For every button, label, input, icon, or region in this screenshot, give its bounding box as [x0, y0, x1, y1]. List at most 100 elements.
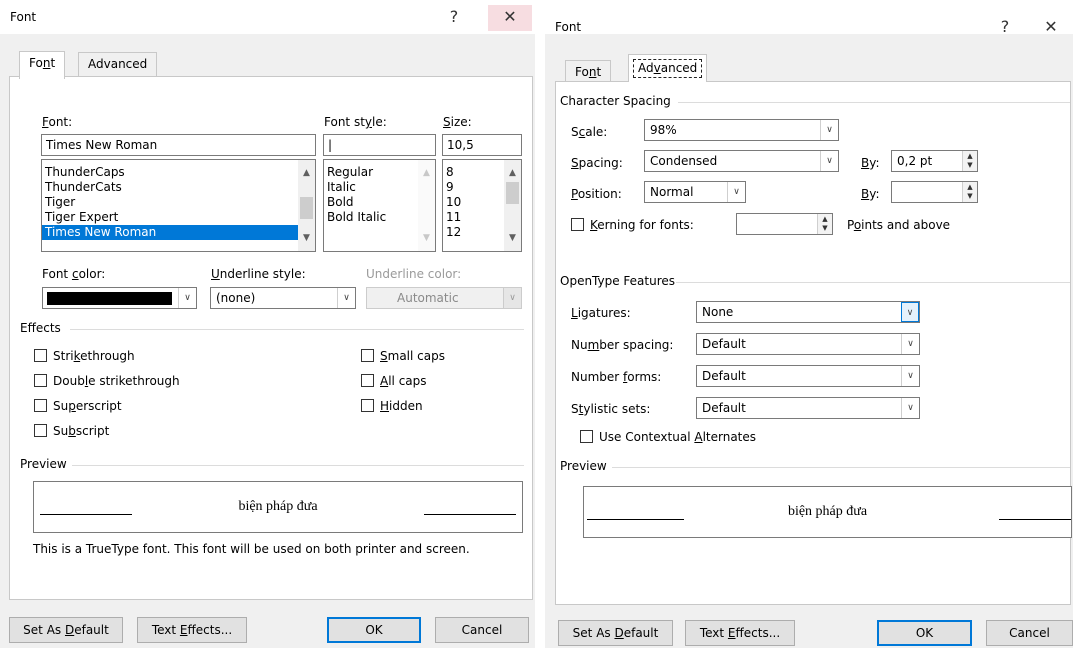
kerning-checkbox[interactable]: Kerning for fonts: — [571, 218, 694, 234]
number-spacing-dropdown[interactable]: Default ∨ — [696, 333, 920, 355]
dialog-title: Font — [555, 20, 582, 34]
close-button[interactable]: ✕ — [488, 5, 532, 31]
scale-dropdown[interactable]: 98% ∨ — [644, 119, 839, 141]
spacing-label: Spacing: — [571, 156, 623, 170]
scrollbar-thumb[interactable] — [300, 197, 313, 219]
font-dialog-font-tab: Font ? ✕ Font Advanced Font: Font style:… — [0, 0, 535, 648]
set-as-default-button[interactable]: Set As Default — [9, 617, 123, 643]
number-spacing-value: Default — [702, 337, 746, 351]
help-button[interactable]: ? — [432, 5, 476, 31]
chevron-down-icon[interactable]: ∨ — [820, 151, 838, 171]
position-by-spinner[interactable]: ▲ ▼ — [891, 181, 978, 203]
list-item[interactable]: ThunderCaps — [42, 165, 315, 180]
tab-advanced[interactable]: Advanced — [78, 52, 158, 77]
preview-underline-right — [424, 514, 516, 515]
text-effects-button[interactable]: Text Effects... — [137, 617, 247, 643]
ligatures-label: Ligatures: — [571, 306, 631, 320]
chevron-down-icon[interactable]: ∨ — [901, 366, 919, 386]
scrollbar-thumb[interactable] — [506, 182, 519, 204]
spin-updown-icon[interactable]: ▲ ▼ — [817, 214, 832, 234]
size-list-scrollbar[interactable]: ▲ ▼ — [504, 160, 521, 251]
ligatures-value: None — [702, 305, 734, 319]
size-input[interactable]: 10,5 — [442, 134, 522, 156]
chevron-down-icon: ∨ — [503, 288, 521, 308]
spin-updown-icon[interactable]: ▲ ▼ — [962, 182, 977, 202]
underline-color-value: Automatic — [397, 291, 459, 305]
preview-box: biện pháp đưa — [33, 481, 523, 533]
subscript-checkbox[interactable]: Subscript — [34, 424, 109, 440]
list-item-selected[interactable]: Times New Roman — [42, 225, 298, 240]
points-and-above-label: Points and above — [847, 218, 951, 232]
position-dropdown[interactable]: Normal ∨ — [644, 181, 746, 203]
chevron-down-icon[interactable]: ∨ — [337, 288, 355, 308]
set-as-default-button[interactable]: Set As Default — [558, 620, 673, 646]
stylistic-sets-dropdown[interactable]: Default ∨ — [696, 397, 920, 419]
effects-group-label: Effects — [20, 321, 61, 335]
font-color-dropdown[interactable]: ∨ — [42, 287, 197, 309]
style-list-scrollbar: ▲ ▼ — [418, 160, 435, 251]
spacing-dropdown[interactable]: Condensed ∨ — [644, 150, 839, 172]
chevron-down-icon[interactable]: ∨ — [727, 182, 745, 202]
font-style-list[interactable]: Regular Italic Bold Bold Italic ▲ ▼ — [323, 159, 436, 252]
double-strikethrough-checkbox[interactable]: Double strikethrough — [34, 374, 180, 390]
number-spacing-label: Number spacing: — [571, 338, 674, 352]
triangle-up-icon: ▲ — [423, 168, 430, 178]
position-by-label: By: — [861, 187, 880, 201]
tab-advanced[interactable]: Advanced — [628, 54, 708, 82]
list-item[interactable]: ThunderCats — [42, 180, 315, 195]
all-caps-checkbox[interactable]: All caps — [361, 374, 427, 390]
list-item[interactable]: Tiger Expert — [42, 210, 315, 225]
preview-divider — [612, 467, 1070, 468]
opentype-divider — [676, 282, 1070, 283]
number-forms-dropdown[interactable]: Default ∨ — [696, 365, 920, 387]
position-value: Normal — [650, 185, 694, 199]
chevron-down-icon[interactable]: ∨ — [178, 288, 196, 308]
chevron-down-icon[interactable]: ∨ — [820, 120, 838, 140]
close-button[interactable]: ✕ — [1029, 15, 1073, 41]
small-caps-checkbox[interactable]: Small caps — [361, 349, 445, 365]
advanced-tab-panel: Character Spacing Scale: 98% ∨ Spacing: … — [555, 81, 1072, 605]
spacing-by-label: By: — [861, 156, 880, 170]
tab-font[interactable]: Font — [19, 51, 66, 79]
chevron-down-icon[interactable]: ∨ — [901, 398, 919, 418]
contextual-alternates-checkbox[interactable]: Use Contextual Alternates — [580, 430, 756, 446]
cancel-button[interactable]: Cancel — [435, 617, 529, 643]
font-name-input[interactable]: Times New Roman — [41, 134, 316, 156]
stylistic-sets-value: Default — [702, 401, 746, 415]
spacing-by-spinner[interactable]: 0,2 pt ▲ ▼ — [891, 150, 978, 172]
font-tab-panel: Font: Font style: Size: Times New Roman … — [9, 76, 533, 600]
triangle-down-icon[interactable]: ▼ — [298, 230, 315, 246]
font-style-input[interactable]: | — [323, 134, 436, 156]
number-forms-value: Default — [702, 369, 746, 383]
chevron-down-icon[interactable]: ∨ — [901, 334, 919, 354]
cancel-button[interactable]: Cancel — [986, 620, 1073, 646]
strikethrough-checkbox[interactable]: Strikethrough — [34, 349, 135, 365]
preview-box: biện pháp đưa — [583, 486, 1072, 538]
font-list-scrollbar[interactable]: ▲ ▼ — [298, 160, 315, 251]
triangle-down-icon[interactable]: ▼ — [504, 230, 521, 246]
list-item[interactable]: Tiger — [42, 195, 315, 210]
underline-style-dropdown[interactable]: (none) ∨ — [210, 287, 356, 309]
ligatures-dropdown[interactable]: None ∨ — [696, 301, 920, 323]
font-color-swatch — [47, 292, 172, 305]
font-name-list[interactable]: ThunderCaps ThunderCats Tiger Tiger Expe… — [41, 159, 316, 252]
ok-button[interactable]: OK — [877, 620, 972, 646]
kerning-spinner[interactable]: ▲ ▼ — [736, 213, 833, 235]
text-effects-button[interactable]: Text Effects... — [685, 620, 795, 646]
effects-divider — [70, 329, 524, 330]
font-name-label: Font: — [42, 115, 73, 129]
opentype-group-label: OpenType Features — [560, 274, 676, 288]
chevron-down-icon[interactable]: ∨ — [901, 302, 919, 322]
hidden-checkbox[interactable]: Hidden — [361, 399, 423, 415]
superscript-checkbox[interactable]: Superscript — [34, 399, 122, 415]
font-color-label: Font color: — [42, 267, 106, 281]
triangle-up-icon[interactable]: ▲ — [504, 165, 521, 181]
size-list[interactable]: 8 9 10 11 12 ▲ ▼ — [442, 159, 522, 252]
spin-updown-icon[interactable]: ▲ ▼ — [962, 151, 977, 171]
triangle-up-icon[interactable]: ▲ — [298, 165, 315, 181]
help-button[interactable]: ? — [983, 15, 1027, 41]
scale-label: Scale: — [571, 125, 608, 139]
preview-underline-right — [999, 519, 1071, 520]
ok-button[interactable]: OK — [327, 617, 421, 643]
number-forms-label: Number forms: — [571, 370, 662, 384]
